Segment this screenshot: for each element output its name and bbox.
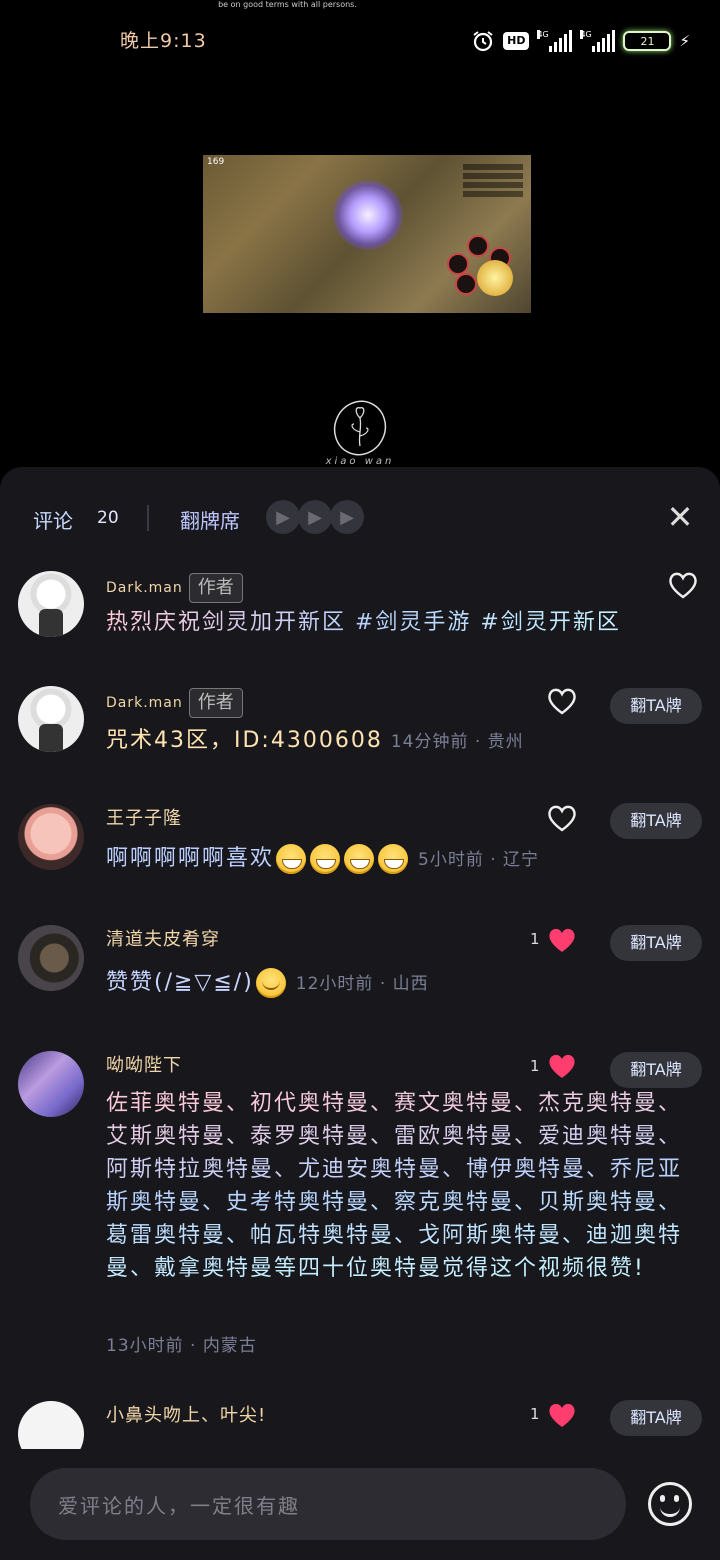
- comment-item: 小鼻头吻上、叶尖! 1 翻TA牌: [0, 1399, 720, 1449]
- comment-text[interactable]: 啊啊啊啊啊喜欢 5小时前 · 辽宁: [106, 842, 539, 877]
- author-tag: 作者: [188, 573, 243, 603]
- comment-meta: 13小时前 · 内蒙古: [106, 1336, 257, 1356]
- avatar[interactable]: [18, 804, 84, 870]
- avatar[interactable]: [18, 571, 84, 637]
- top-note: be on good terms with all persons.: [218, 0, 357, 9]
- video-player[interactable]: 169: [203, 155, 531, 313]
- video-hud-level: 169: [207, 157, 225, 167]
- heart-filled-icon[interactable]: [547, 1052, 577, 1080]
- comment-input-bar: 爱评论的人，一定很有趣: [0, 1450, 720, 1560]
- comment-text[interactable]: 咒术43区，ID:4300608 14分钟前 · 贵州: [106, 724, 524, 759]
- comments-count: 20: [97, 508, 119, 528]
- logo-text: xiao wan: [325, 456, 395, 467]
- heart-icon[interactable]: [668, 571, 698, 599]
- comment-text[interactable]: 热烈庆祝剑灵加开新区 #剑灵手游 #剑灵开新区: [106, 606, 621, 639]
- grin-emoji-icon: [276, 844, 307, 874]
- heart-icon[interactable]: [547, 687, 577, 715]
- username[interactable]: 小鼻头吻上、叶尖!: [106, 1401, 266, 1427]
- username[interactable]: Dark.man: [106, 695, 183, 711]
- flip-ta-button[interactable]: 翻TA牌: [610, 925, 702, 961]
- skill-button: [455, 273, 477, 295]
- grin-emoji-icon: [344, 844, 375, 874]
- grin-emoji-icon: [378, 844, 409, 874]
- comment-meta: 5小时前 · 辽宁: [418, 850, 540, 870]
- grin-emoji-icon: [310, 844, 341, 874]
- name-row: Dark.man 作者: [106, 573, 243, 603]
- status-icons: HD 4G 4G 21 ⚡: [471, 27, 690, 55]
- like-count: 1: [530, 930, 540, 948]
- comment-meta: 12小时前 · 山西: [295, 974, 429, 994]
- flip-ta-button[interactable]: 翻TA牌: [610, 803, 702, 839]
- flip-ta-button[interactable]: 翻TA牌: [610, 688, 702, 724]
- flip-ta-button[interactable]: 翻TA牌: [610, 1052, 702, 1088]
- status-time: 晚上9:13: [120, 30, 207, 52]
- like-count: 1: [530, 1405, 540, 1423]
- comment-item: 呦呦陛下 佐菲奥特曼、初代奥特曼、赛文奥特曼、杰克奥特曼、艾斯奥特曼、泰罗奥特曼…: [0, 1049, 720, 1369]
- author-tag: 作者: [188, 688, 243, 718]
- hd-badge: HD: [503, 32, 530, 50]
- username[interactable]: 清道夫皮肴穿: [106, 925, 220, 951]
- play-placeholder-icon: ▶: [266, 500, 300, 534]
- name-row: 清道夫皮肴穿: [106, 925, 220, 951]
- battery-icon: 21: [623, 31, 672, 51]
- comment-input-placeholder: 爱评论的人，一定很有趣: [58, 1494, 300, 1518]
- close-icon[interactable]: ✕: [666, 501, 694, 533]
- flower-logo-icon: [333, 400, 387, 456]
- net-type-1: 4G: [537, 30, 549, 39]
- play-placeholder-icon: ▶: [330, 500, 364, 534]
- skill-button: [467, 235, 489, 257]
- comment-text[interactable]: 佐菲奥特曼、初代奥特曼、赛文奥特曼、杰克奥特曼、艾斯奥特曼、泰罗奥特曼、雷欧奥特…: [106, 1087, 686, 1285]
- name-row: Dark.man 作者: [106, 688, 243, 718]
- comment-meta: 14分钟前 · 贵州: [390, 732, 524, 752]
- avatar[interactable]: [18, 1401, 84, 1449]
- like-count: 1: [530, 1057, 540, 1075]
- heart-filled-icon[interactable]: [547, 926, 577, 954]
- comment-item: Dark.man 作者 咒术43区，ID:4300608 14分钟前 · 贵州 翻…: [0, 682, 720, 782]
- skill-button: [447, 253, 469, 275]
- username[interactable]: 王子子隆: [106, 804, 182, 830]
- name-row: 小鼻头吻上、叶尖!: [106, 1401, 266, 1427]
- comment-item: Dark.man 作者 热烈庆祝剑灵加开新区 #剑灵手游 #剑灵开新区: [0, 567, 720, 667]
- username[interactable]: Dark.man: [106, 580, 183, 596]
- play-placeholder-icon: ▶: [298, 500, 332, 534]
- comment-item: 王子子隆 啊啊啊啊啊喜欢 5小时前 · 辽宁 翻TA牌: [0, 802, 720, 902]
- comment-input[interactable]: 爱评论的人，一定很有趣: [30, 1468, 626, 1540]
- flip-seat-label[interactable]: 翻牌席: [180, 505, 240, 534]
- avatar[interactable]: [18, 925, 84, 991]
- alarm-icon: [473, 31, 493, 52]
- skill-orb: [333, 180, 403, 250]
- comment-sheet: 评论 20 翻牌席 ▶ ▶ ▶ ✕ Dark.man 作者 热烈庆祝剑灵加开新区…: [0, 467, 720, 1560]
- name-row: 王子子隆: [106, 804, 182, 830]
- avatar[interactable]: [18, 686, 84, 752]
- name-row: 呦呦陛下: [106, 1051, 182, 1077]
- sheet-header: 评论 20 翻牌席 ▶ ▶ ▶ ✕: [0, 467, 720, 567]
- username[interactable]: 呦呦陛下: [106, 1051, 182, 1077]
- battery-level: 21: [640, 34, 655, 48]
- flip-ta-button[interactable]: 翻TA牌: [610, 1400, 702, 1436]
- signal-icon-2: 4G: [580, 30, 616, 52]
- avatar[interactable]: [18, 1051, 84, 1117]
- comment-text[interactable]: 赞赞(/≧▽≦/) 12小时前 · 山西: [106, 966, 429, 1001]
- header-divider: [147, 505, 149, 531]
- comments-label: 评论: [33, 509, 73, 533]
- comment-item: 清道夫皮肴穿 赞赞(/≧▽≦/) 12小时前 · 山西 1 翻TA牌: [0, 922, 720, 1032]
- smile-emoji-icon: [255, 968, 286, 998]
- emoji-icon[interactable]: [648, 1482, 692, 1526]
- heart-icon[interactable]: [547, 804, 577, 832]
- heart-filled-icon[interactable]: [547, 1401, 577, 1429]
- signal-icon: 4G: [537, 30, 573, 52]
- charging-icon: ⚡: [679, 32, 690, 50]
- net-type-2: 4G: [580, 30, 592, 39]
- minimap-panel: [463, 161, 523, 211]
- flip-seat-avatars[interactable]: ▶ ▶ ▶: [266, 500, 364, 534]
- attack-button: [477, 260, 513, 296]
